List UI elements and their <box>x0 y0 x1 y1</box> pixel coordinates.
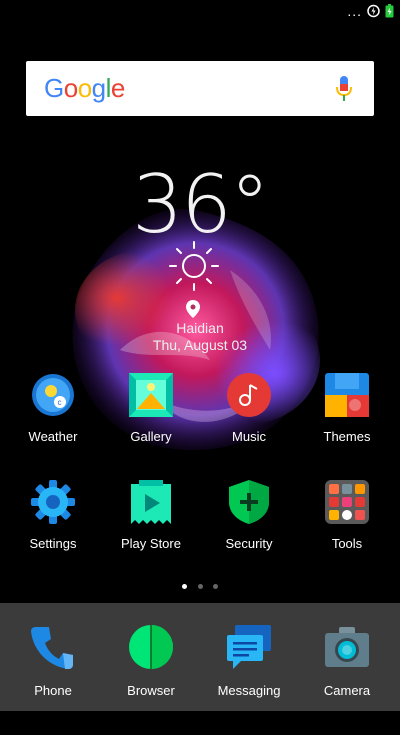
app-label: Camera <box>323 683 371 698</box>
app-label: Themes <box>323 429 371 444</box>
camera-icon <box>325 627 369 667</box>
dock: Phone Browser Messaging Camera <box>0 603 400 711</box>
app-phone[interactable]: Phone <box>3 625 103 735</box>
themes-icon <box>325 373 369 417</box>
app-settings[interactable]: Settings <box>3 480 103 590</box>
app-weather[interactable]: c Weather <box>3 373 103 483</box>
app-camera[interactable]: Camera <box>297 625 397 735</box>
page-dot[interactable] <box>212 584 218 589</box>
data-saver-icon <box>367 4 380 18</box>
sunny-icon <box>169 241 219 291</box>
app-label: Messaging <box>217 683 281 698</box>
play-store-icon <box>131 480 171 524</box>
page-indicator <box>0 576 400 594</box>
app-label: Browser <box>127 683 175 698</box>
weather-icon: c <box>32 374 74 416</box>
svg-text:c: c <box>58 398 62 407</box>
phone-icon <box>31 627 73 669</box>
app-gallery[interactable]: Gallery <box>101 373 201 483</box>
status-bar: ... <box>0 0 400 24</box>
notification-dots: ... <box>347 3 362 19</box>
battery-icon <box>385 4 394 18</box>
google-logo: Google <box>44 73 125 103</box>
app-music[interactable]: Music <box>199 373 299 483</box>
page-dot[interactable] <box>197 584 203 589</box>
weather-date: Thu, August 03 <box>152 337 248 353</box>
app-label: Weather <box>28 429 78 444</box>
app-label: Security <box>225 536 273 551</box>
music-icon <box>227 373 271 417</box>
app-label: Settings <box>29 536 77 551</box>
app-label: Phone <box>34 683 72 698</box>
gallery-icon <box>129 373 173 417</box>
microphone-icon[interactable] <box>334 75 354 103</box>
page-dot-active[interactable] <box>182 584 188 589</box>
google-search-bar[interactable]: Google <box>26 61 374 116</box>
shield-icon <box>229 480 269 524</box>
app-label: Tools <box>331 536 363 551</box>
tools-folder-icon <box>325 480 369 524</box>
app-messaging[interactable]: Messaging <box>199 625 299 735</box>
weather-location: Haidian <box>176 320 224 336</box>
app-tools[interactable]: Tools <box>297 480 397 590</box>
gear-icon <box>31 480 75 524</box>
browser-icon <box>129 625 173 669</box>
app-label: Music <box>232 429 266 444</box>
app-play-store[interactable]: Play Store <box>101 480 201 590</box>
messaging-icon <box>227 625 271 669</box>
app-label: Play Store <box>121 536 181 551</box>
app-label: Gallery <box>130 429 172 444</box>
app-security[interactable]: Security <box>199 480 299 590</box>
app-themes[interactable]: Themes <box>297 373 397 483</box>
location-pin-icon <box>186 300 200 318</box>
app-browser[interactable]: Browser <box>101 625 201 735</box>
